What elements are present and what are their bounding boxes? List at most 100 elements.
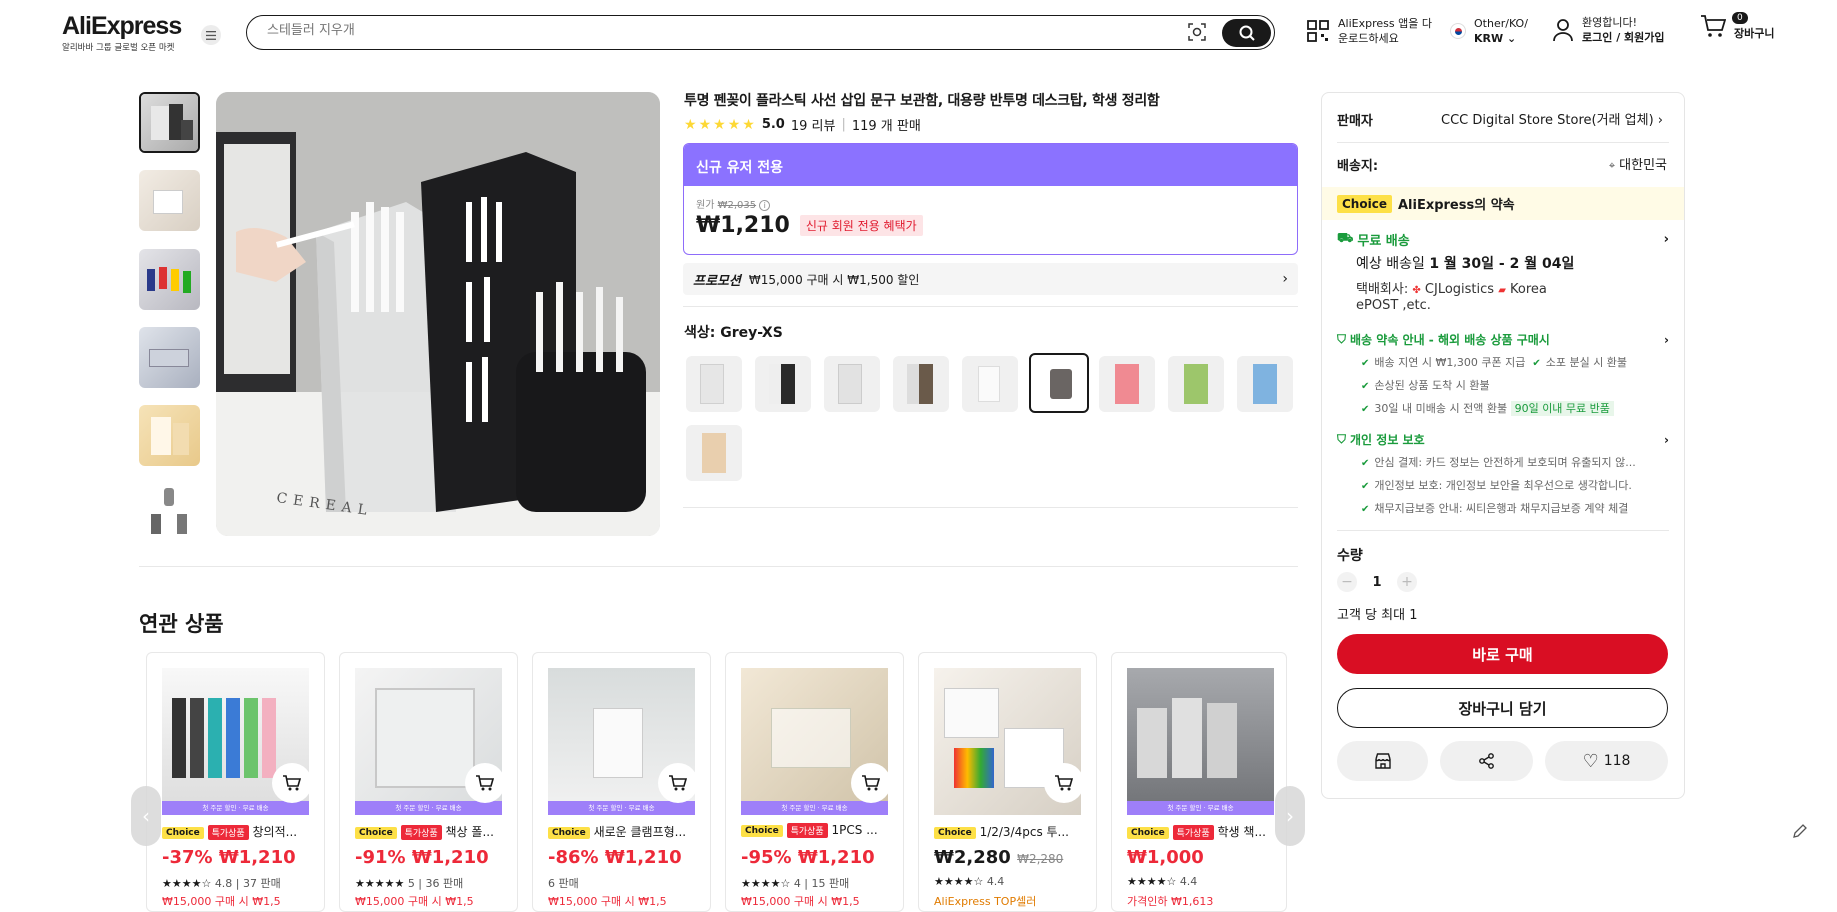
share-icon xyxy=(1478,753,1494,769)
star-icon: ★ xyxy=(713,116,726,133)
divider xyxy=(139,566,1298,567)
main-product-image[interactable]: CEREAL xyxy=(216,92,660,536)
color-swatch-white[interactable] xyxy=(962,356,1018,412)
color-swatch-black[interactable] xyxy=(755,356,811,412)
related-price: ₩2,280 xyxy=(934,847,1011,868)
minus-button[interactable]: − xyxy=(1337,572,1357,592)
camera-search-icon[interactable] xyxy=(1187,22,1207,46)
carousel-next-button[interactable]: › xyxy=(1275,786,1305,846)
star-value: 5 xyxy=(407,877,415,890)
promotion-row[interactable]: 프로모션 ₩15,000 구매 시 ₩1,500 할인 › xyxy=(683,263,1298,295)
choice-tag: Choice xyxy=(1337,194,1392,213)
search-input[interactable] xyxy=(267,23,1167,38)
related-price: ₩1,210 xyxy=(604,847,682,868)
add-to-cart-icon[interactable] xyxy=(1044,763,1084,803)
star-icon: ★ xyxy=(698,116,712,133)
color-swatch-green[interactable] xyxy=(1168,356,1224,412)
color-swatch-clear-2[interactable] xyxy=(824,356,880,412)
thumbnail-4[interactable] xyxy=(139,327,200,388)
carrier-name: CJLogistics xyxy=(1424,282,1495,297)
promo-band: 첫 주문 할인 · 무료 배송 xyxy=(548,801,695,815)
app-promo-text: AliExpress 앱을 다 xyxy=(1338,17,1432,30)
guarantee-text: 소포 분실 시 환불 xyxy=(1545,356,1628,369)
promo-band: 첫 주문 할인 · 무료 배송 xyxy=(355,801,502,815)
app-download-link[interactable]: AliExpress 앱을 다 운로드하세요 xyxy=(1306,16,1432,46)
store-icon xyxy=(1374,753,1391,769)
color-swatch-grey-selected[interactable] xyxy=(1029,353,1089,413)
add-to-cart-icon[interactable] xyxy=(272,763,312,803)
aliexpress-logo[interactable]: AliExpress 알리바바 그룹 글로벌 오픈 마켓 xyxy=(62,12,182,53)
thumbnail-5[interactable] xyxy=(139,405,200,466)
deal-tag: 특가상품 xyxy=(207,825,249,840)
divider xyxy=(1337,142,1669,143)
quantity-value[interactable]: 1 xyxy=(1357,575,1397,590)
search-button[interactable] xyxy=(1222,18,1271,47)
free-shipping-label: 무료 배송 xyxy=(1357,234,1410,249)
privacy-row[interactable]: ⛉ 개인 정보 보호 › xyxy=(1337,431,1669,448)
star-rating: ★★★★☆ xyxy=(1127,875,1177,888)
add-to-cart-icon[interactable] xyxy=(465,763,505,803)
add-to-cart-icon[interactable] xyxy=(851,763,891,803)
privacy-text: 개인정보 보호: 개인정보 보안을 최우선으로 생각합니다. xyxy=(1374,479,1632,492)
related-promo: AliExpress TOP셀러 xyxy=(934,895,1037,908)
related-product-card[interactable]: Choice 1/2/3/4pcs 투... ₩2,280 ₩2,280 ★★★… xyxy=(918,652,1097,912)
ship-to-selector[interactable]: ⌖ 대한민국 xyxy=(1609,154,1667,173)
guarantee-text: 30일 내 미배송 시 전액 환불 xyxy=(1374,402,1508,415)
related-product-card[interactable]: 첫 주문 할인 · 무료 배송 Choice 특가상품 창의적... -37% … xyxy=(146,652,325,912)
promotion-label: 프로모션 xyxy=(693,273,741,289)
review-count[interactable]: 19 리뷰 xyxy=(791,115,836,134)
seller-name: CCC Digital Store Store(거래 업체) xyxy=(1441,113,1654,128)
thumbnail-1[interactable] xyxy=(139,92,200,153)
star-icon: ★ xyxy=(727,116,741,133)
star-icon: ★ xyxy=(742,116,755,133)
add-to-cart-button[interactable]: 장바구니 담기 xyxy=(1337,688,1668,728)
color-swatch-pink[interactable] xyxy=(1099,356,1155,412)
thumbnail-2[interactable] xyxy=(139,170,200,231)
thumbnail-3[interactable] xyxy=(139,249,200,310)
buy-now-button[interactable]: 바로 구매 xyxy=(1337,634,1668,674)
logo-text: AliExpress xyxy=(62,12,182,40)
store-button[interactable] xyxy=(1337,741,1428,781)
promo-band: 첫 주문 할인 · 무료 배송 xyxy=(162,801,309,815)
related-product-card[interactable]: 첫 주문 할인 · 무료 배송 Choice 새로운 클램프형... -86% … xyxy=(532,652,711,912)
promotion-text: ₩15,000 구매 시 ₩1,500 할인 xyxy=(748,272,920,287)
add-to-cart-icon[interactable] xyxy=(658,763,698,803)
related-product-card[interactable]: 첫 주문 할인 · 무료 배송 Choice 특가상품 책상 폴... -91%… xyxy=(339,652,518,912)
edit-icon[interactable] xyxy=(1787,818,1813,844)
product-title: 투명 펜꽂이 플라스틱 사선 삽입 문구 보관함, 대용량 반투명 데스크탑, … xyxy=(684,93,1160,109)
logo-subtitle: 알리바바 그룹 글로벌 오픈 마켓 xyxy=(62,43,175,53)
related-product-card[interactable]: 첫 주문 할인 · 무료 배송 Choice 특가상품 1PCS ... -95… xyxy=(725,652,904,912)
color-swatch-blue[interactable] xyxy=(1237,356,1293,412)
cart-button[interactable]: 0 장바구니 xyxy=(1700,12,1775,42)
chevron-right-icon: › xyxy=(1663,232,1669,247)
related-product-card[interactable]: 첫 주문 할인 · 무료 배송 Choice 특가상품 학생 책... ₩1,0… xyxy=(1111,652,1287,912)
seller-link[interactable]: CCC Digital Store Store(거래 업체) › xyxy=(1441,109,1663,128)
divider: | xyxy=(841,117,846,132)
color-swatch-brown[interactable] xyxy=(893,356,949,412)
free-shipping-row[interactable]: ⛟ 무료 배송 › xyxy=(1337,230,1669,249)
search-icon xyxy=(1239,25,1255,41)
korea-flag-icon xyxy=(1450,23,1466,39)
region-selector[interactable]: Other/KO/KRW ⌄ xyxy=(1450,16,1528,46)
share-button[interactable] xyxy=(1440,741,1533,781)
related-promo: ₩15,000 구매 시 ₩1,5 xyxy=(741,895,860,908)
plus-button[interactable]: + xyxy=(1397,572,1417,592)
related-product-name: 1/2/3/4pcs 투... xyxy=(979,825,1069,839)
menu-icon[interactable] xyxy=(201,25,221,45)
discount-percent: -37% xyxy=(162,847,213,868)
account-menu[interactable]: 환영합니다! 로그인 / 회원가입 xyxy=(1552,15,1665,45)
related-price: ₩1,210 xyxy=(411,847,489,868)
wishlist-button[interactable]: ♡ 118 xyxy=(1545,741,1668,781)
thumbnail-6[interactable] xyxy=(139,484,200,539)
carousel-prev-button[interactable]: ‹ xyxy=(131,786,161,846)
original-price: ₩2,035 xyxy=(717,200,757,211)
cart-label: 장바구니 xyxy=(1734,26,1775,40)
color-swatch-beige[interactable] xyxy=(686,425,742,481)
choice-tag: Choice xyxy=(355,826,397,839)
rating-value: 5.0 xyxy=(761,117,785,132)
related-product-name: 책상 폴... xyxy=(445,825,494,839)
delivery-guarantee-row[interactable]: ⛉ 배송 약속 안내 - 해외 배송 상품 구매시 › xyxy=(1337,331,1669,348)
color-swatch-clear[interactable] xyxy=(686,356,742,412)
info-icon[interactable]: i xyxy=(759,200,771,211)
sold-text: 36 판매 xyxy=(425,877,464,890)
